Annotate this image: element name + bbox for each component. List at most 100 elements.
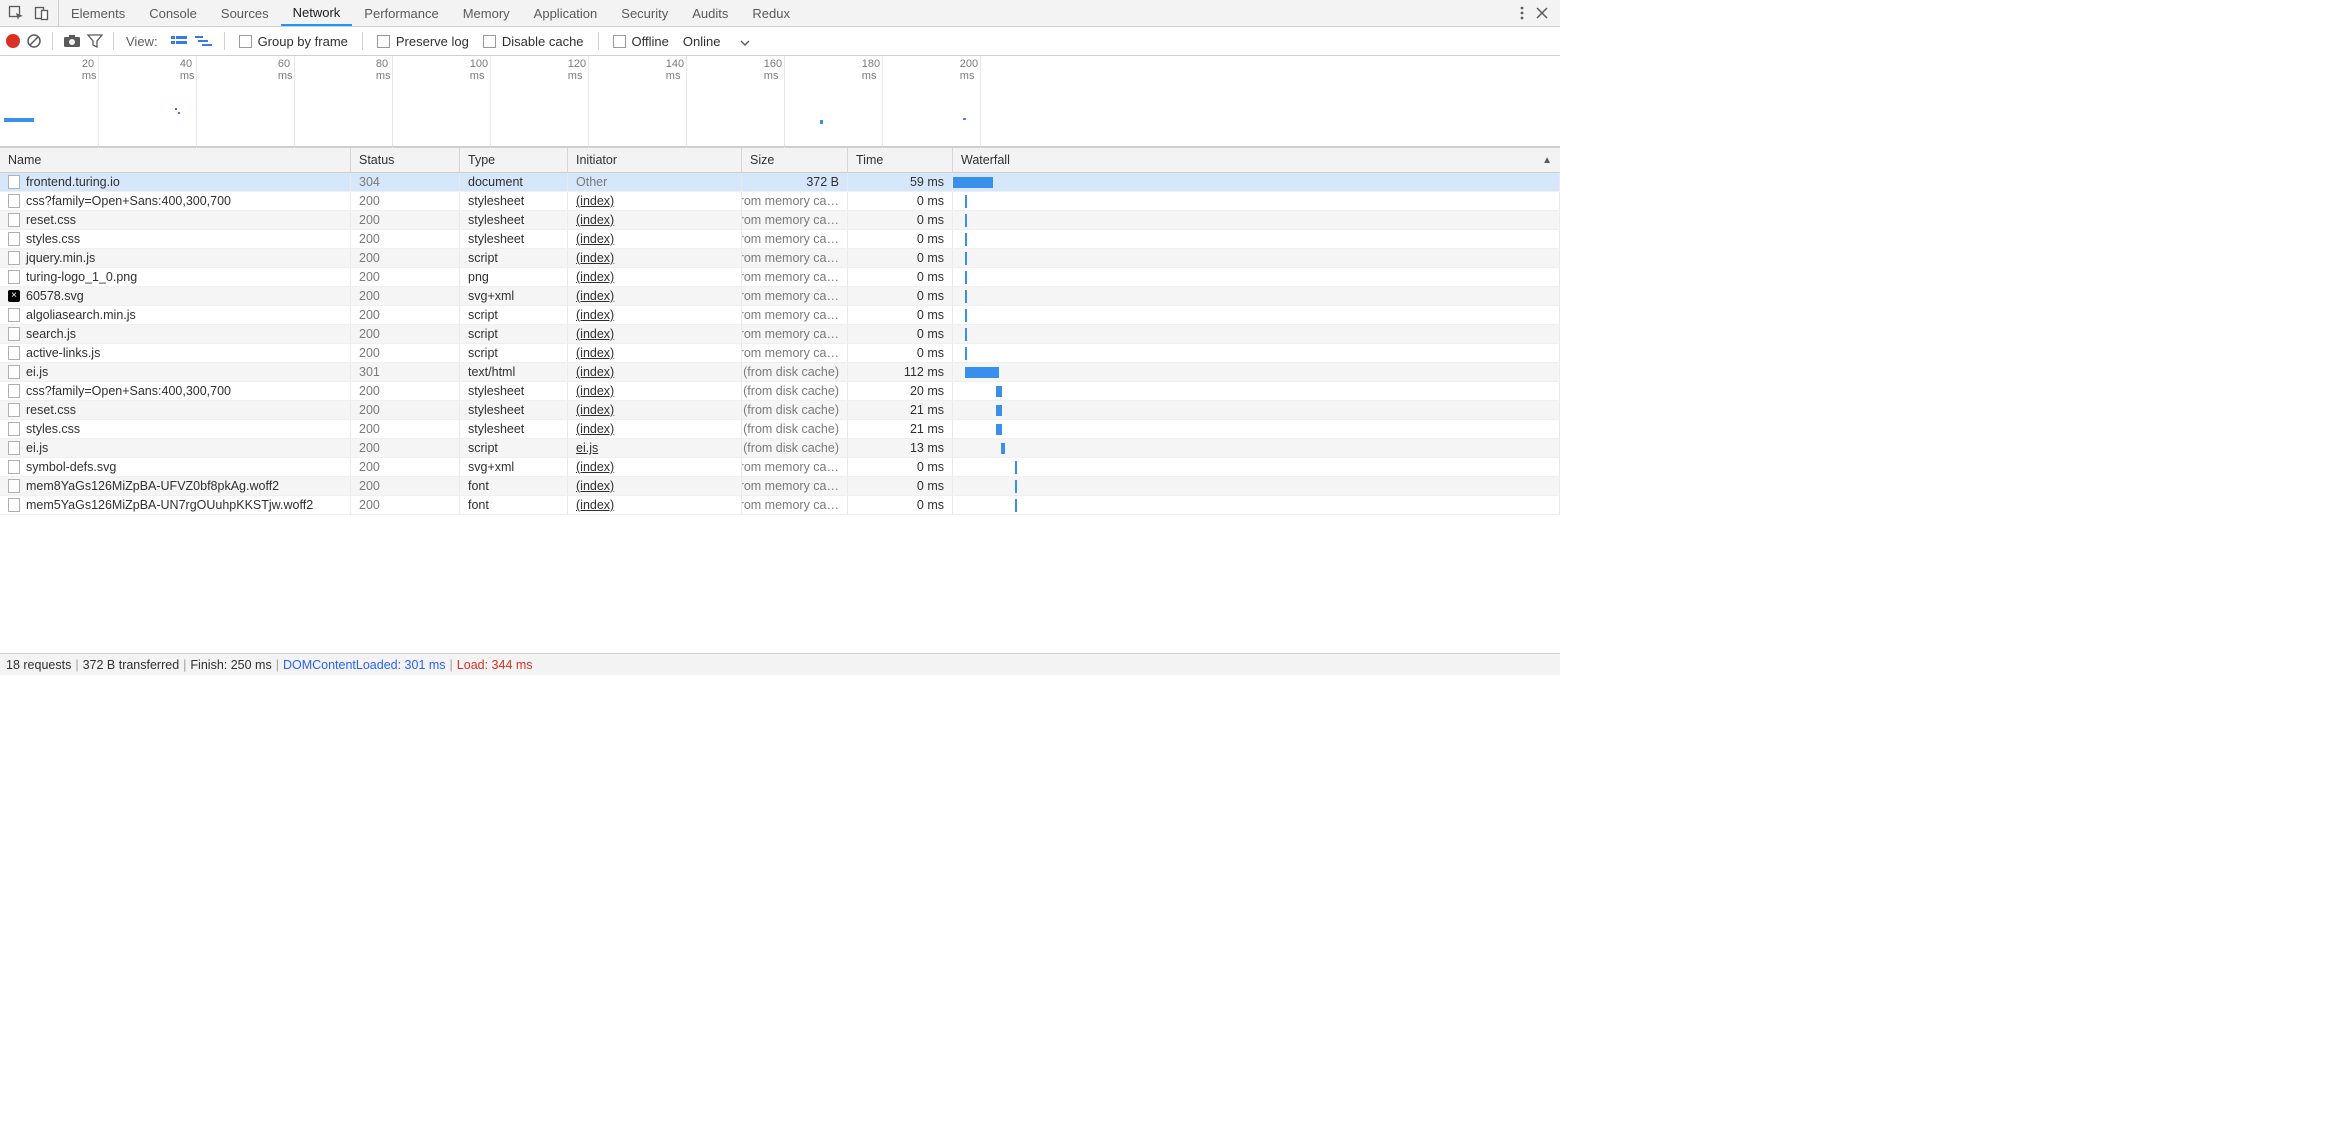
cell-type: font	[460, 477, 568, 495]
overview-dot-3	[963, 118, 966, 120]
initiator-link[interactable]: (index)	[576, 308, 614, 322]
initiator-link[interactable]: (index)	[576, 498, 614, 512]
initiator-link[interactable]: (index)	[576, 270, 614, 284]
tab-memory[interactable]: Memory	[451, 0, 522, 26]
th-size[interactable]: Size	[742, 148, 848, 172]
tab-application[interactable]: Application	[522, 0, 610, 26]
initiator-link[interactable]: (index)	[576, 460, 614, 474]
initiator-link[interactable]: (index)	[576, 194, 614, 208]
table-row[interactable]: styles.css200stylesheet(index)(from memo…	[0, 230, 1560, 249]
cell-initiator: (index)	[568, 420, 742, 438]
initiator-link[interactable]: (index)	[576, 365, 614, 379]
table-row[interactable]: algoliasearch.min.js200script(index)(fro…	[0, 306, 1560, 325]
cell-time: 0 ms	[848, 192, 953, 210]
preserve-log-checkbox[interactable]: Preserve log	[373, 34, 473, 49]
table-row[interactable]: reset.css200stylesheet(index)(from memor…	[0, 211, 1560, 230]
table-row[interactable]: search.js200script(index)(from memory ca…	[0, 325, 1560, 344]
file-icon	[8, 384, 20, 398]
file-icon	[8, 175, 20, 189]
file-icon	[8, 270, 20, 284]
th-status[interactable]: Status	[351, 148, 460, 172]
initiator-link[interactable]: (index)	[576, 327, 614, 341]
cell-initiator: (index)	[568, 363, 742, 381]
cell-name: algoliasearch.min.js	[0, 306, 351, 324]
cell-waterfall	[953, 382, 1560, 400]
tab-elements[interactable]: Elements	[59, 0, 137, 26]
record-button[interactable]	[6, 34, 20, 48]
cell-time: 0 ms	[848, 249, 953, 267]
cell-type: stylesheet	[460, 401, 568, 419]
waterfall-bar	[996, 386, 1002, 397]
group-by-frame-checkbox[interactable]: Group by frame	[235, 34, 352, 49]
initiator-link[interactable]: (index)	[576, 403, 614, 417]
initiator-link[interactable]: (index)	[576, 346, 614, 360]
waterfall-tick	[1015, 461, 1017, 474]
cell-size: (from memory ca…	[742, 192, 848, 210]
table-row[interactable]: mem8YaGs126MiZpBA-UFVZ0bf8pkAg.woff2200f…	[0, 477, 1560, 496]
table-row[interactable]: reset.css200stylesheet(index)(from disk …	[0, 401, 1560, 420]
initiator-link[interactable]: (index)	[576, 384, 614, 398]
capture-screenshot-icon[interactable]	[63, 34, 81, 48]
cell-type: stylesheet	[460, 192, 568, 210]
initiator-link[interactable]: (index)	[576, 479, 614, 493]
disable-cache-checkbox[interactable]: Disable cache	[479, 34, 588, 49]
chevron-down-icon	[740, 34, 750, 49]
table-row[interactable]: turing-logo_1_0.png200png(index)(from me…	[0, 268, 1560, 287]
initiator-link[interactable]: ei.js	[576, 441, 598, 455]
overview-toggle-icon[interactable]	[194, 34, 214, 48]
table-row[interactable]: css?family=Open+Sans:400,300,700200style…	[0, 192, 1560, 211]
table-row[interactable]: mem5YaGs126MiZpBA-UN7rgOUuhpKKSTjw.woff2…	[0, 496, 1560, 515]
table-row[interactable]: jquery.min.js200script(index)(from memor…	[0, 249, 1560, 268]
cell-initiator: (index)	[568, 382, 742, 400]
cell-initiator: Other	[568, 173, 742, 191]
cell-status: 200	[351, 268, 460, 286]
kebab-menu-icon[interactable]	[1520, 5, 1524, 21]
table-row[interactable]: 60578.svg200svg+xml(index)(from memory c…	[0, 287, 1560, 306]
tab-performance[interactable]: Performance	[352, 0, 450, 26]
th-waterfall[interactable]: Waterfall	[953, 148, 1560, 172]
table-row[interactable]: active-links.js200script(index)(from mem…	[0, 344, 1560, 363]
large-rows-icon[interactable]	[170, 34, 188, 48]
initiator-link[interactable]: (index)	[576, 251, 614, 265]
tab-sources[interactable]: Sources	[209, 0, 281, 26]
initiator-link[interactable]: (index)	[576, 213, 614, 227]
inspect-element-icon[interactable]	[8, 5, 24, 21]
overview-band-1	[4, 118, 34, 122]
close-icon[interactable]	[1536, 7, 1548, 19]
cell-type: font	[460, 496, 568, 514]
table-row[interactable]: symbol-defs.svg200svg+xml(index)(from me…	[0, 458, 1560, 477]
file-icon	[8, 498, 20, 512]
tab-audits[interactable]: Audits	[680, 0, 740, 26]
filter-icon[interactable]	[87, 34, 103, 48]
table-row[interactable]: styles.css200stylesheet(index)(from disk…	[0, 420, 1560, 439]
offline-checkbox[interactable]: Offline	[609, 34, 673, 49]
timeline-overview[interactable]: 20 ms40 ms60 ms80 ms100 ms120 ms140 ms16…	[0, 56, 1560, 148]
overview-dot-2	[178, 112, 180, 114]
tab-console[interactable]: Console	[137, 0, 209, 26]
cell-waterfall	[953, 306, 1560, 324]
th-type[interactable]: Type	[460, 148, 568, 172]
table-row[interactable]: frontend.turing.io304documentOther372 B5…	[0, 173, 1560, 192]
table-row[interactable]: css?family=Open+Sans:400,300,700200style…	[0, 382, 1560, 401]
table-row[interactable]: ei.js301text/html(index)(from disk cache…	[0, 363, 1560, 382]
th-initiator[interactable]: Initiator	[568, 148, 742, 172]
cell-type: stylesheet	[460, 420, 568, 438]
clear-icon[interactable]	[26, 33, 42, 49]
table-row[interactable]: ei.js200scriptei.js(from disk cache)13 m…	[0, 439, 1560, 458]
th-name[interactable]: Name	[0, 148, 351, 172]
throttling-select[interactable]: Online	[679, 34, 755, 49]
cell-type: script	[460, 439, 568, 457]
tab-network[interactable]: Network	[281, 0, 353, 26]
request-name: 60578.svg	[26, 289, 84, 303]
device-toggle-icon[interactable]	[34, 5, 50, 21]
tab-security[interactable]: Security	[609, 0, 680, 26]
th-time[interactable]: Time	[848, 148, 953, 172]
cell-status: 304	[351, 173, 460, 191]
cell-status: 200	[351, 458, 460, 476]
tab-redux[interactable]: Redux	[740, 0, 802, 26]
initiator-link[interactable]: (index)	[576, 232, 614, 246]
cell-initiator: ei.js	[568, 439, 742, 457]
initiator-link[interactable]: (index)	[576, 422, 614, 436]
cell-time: 21 ms	[848, 420, 953, 438]
initiator-link[interactable]: (index)	[576, 289, 614, 303]
